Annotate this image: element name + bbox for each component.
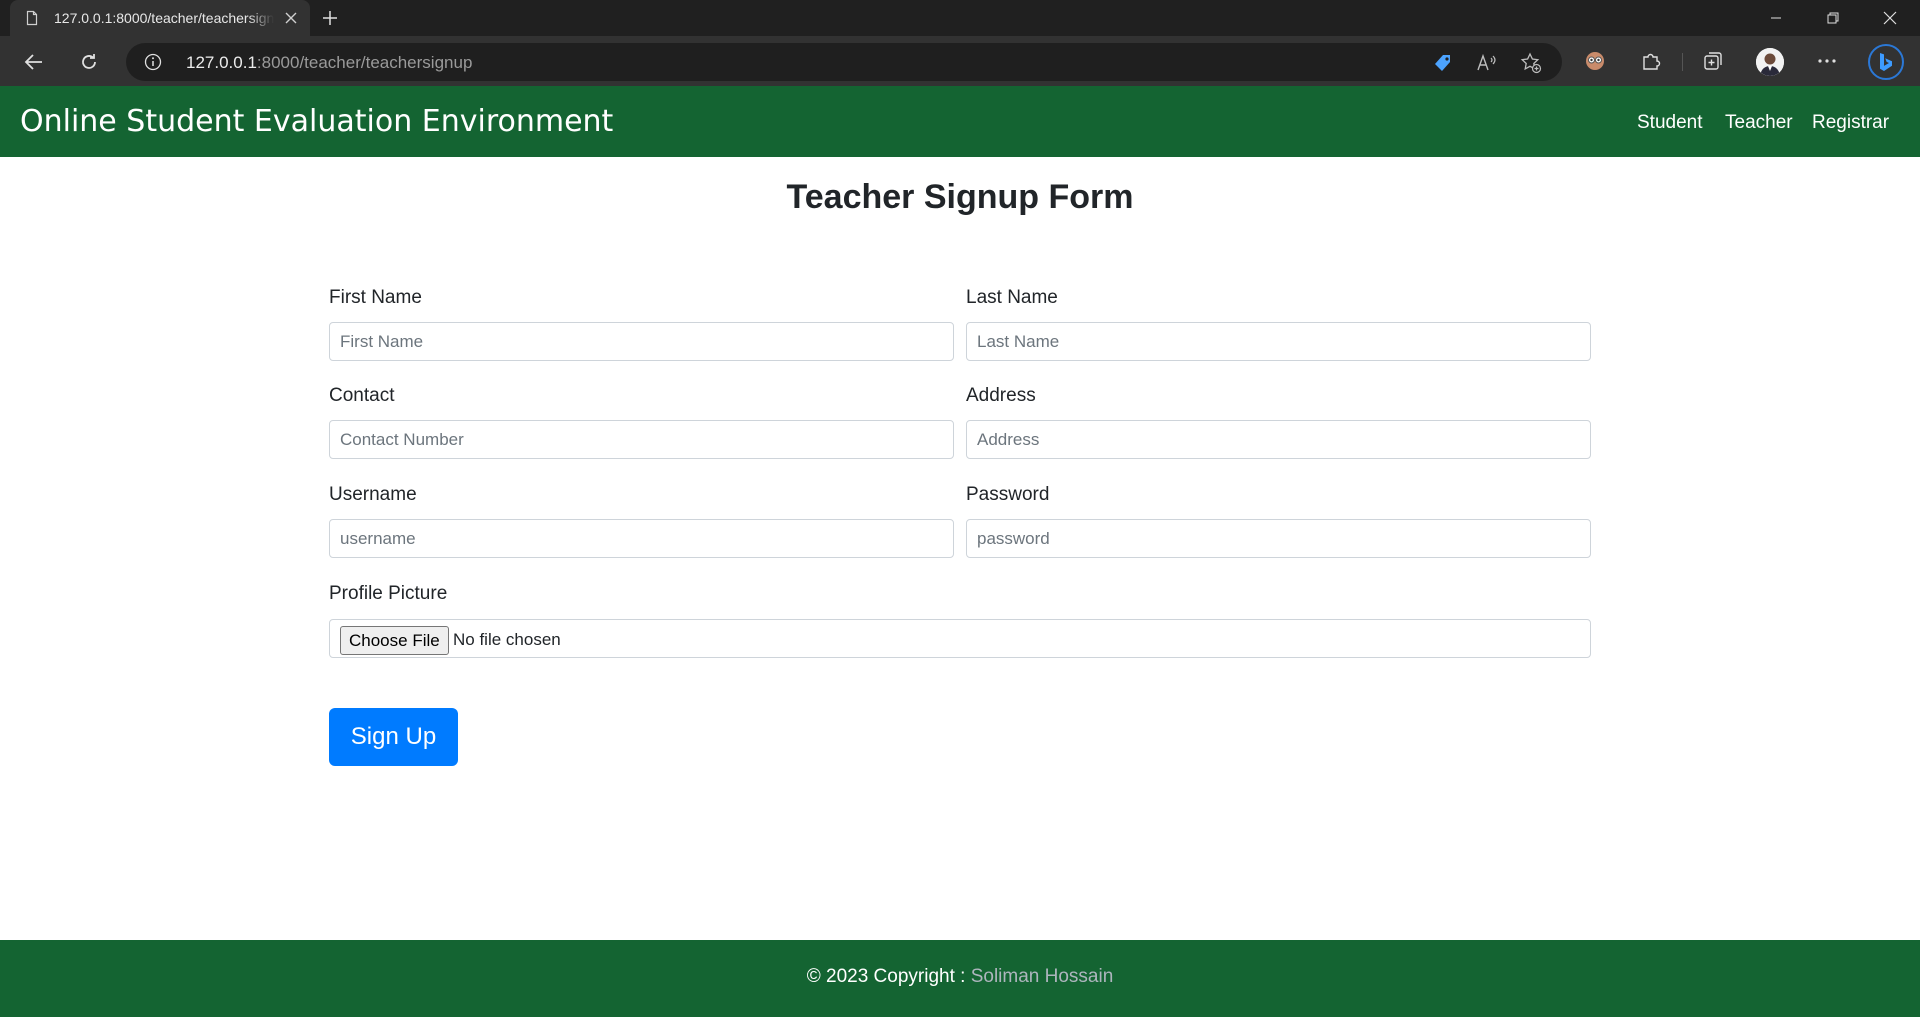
toolbar-divider	[1682, 53, 1683, 71]
shopping-tag-icon[interactable]	[1432, 52, 1454, 74]
browser-toolbar: 127.0.0.1:8000/teacher/teachersignup	[0, 36, 1920, 86]
site-info-icon[interactable]	[144, 53, 162, 71]
first-name-input[interactable]	[329, 322, 954, 361]
site-footer: © 2023 Copyright : Soliman Hossain	[0, 940, 1920, 1017]
reload-icon[interactable]	[72, 45, 106, 79]
password-label: Password	[966, 484, 1050, 505]
browser-tab-strip: 127.0.0.1:8000/teacher/teachersignup	[0, 0, 1920, 36]
first-name-label: First Name	[329, 287, 422, 308]
profile-picture-input[interactable]: Choose File No file chosen	[329, 619, 1591, 658]
contact-input[interactable]	[329, 420, 954, 459]
choose-file-button[interactable]: Choose File	[340, 626, 449, 655]
back-arrow-icon[interactable]	[17, 45, 51, 79]
browser-tab[interactable]: 127.0.0.1:8000/teacher/teachersignup	[10, 0, 310, 36]
add-favorite-icon[interactable]	[1520, 52, 1542, 74]
url-host: 127.0.0.1	[186, 53, 257, 72]
contact-label: Contact	[329, 385, 395, 406]
more-options-icon[interactable]	[1814, 48, 1840, 74]
username-label: Username	[329, 484, 417, 505]
copyright-prefix: © 2023 Copyright :	[806, 966, 971, 987]
profile-picture-label: Profile Picture	[329, 583, 448, 604]
password-input[interactable]	[966, 519, 1591, 558]
minimize-icon[interactable]	[1748, 0, 1804, 36]
close-window-icon[interactable]	[1862, 0, 1918, 36]
tab-title: 127.0.0.1:8000/teacher/teachersignup	[54, 10, 274, 26]
nav-link-registrar[interactable]: Registrar	[1812, 112, 1889, 134]
site-navbar: Online Student Evaluation Environment St…	[0, 86, 1920, 157]
url-text[interactable]: 127.0.0.1:8000/teacher/teachersignup	[186, 53, 472, 73]
collections-icon[interactable]	[1700, 48, 1726, 74]
profile-avatar[interactable]	[1756, 48, 1784, 76]
username-input[interactable]	[329, 519, 954, 558]
extension-face-icon[interactable]	[1582, 48, 1608, 74]
nav-link-student[interactable]: Student	[1637, 112, 1703, 134]
address-input[interactable]	[966, 420, 1591, 459]
address-label: Address	[966, 385, 1036, 406]
file-status-text: No file chosen	[453, 630, 561, 649]
last-name-label: Last Name	[966, 287, 1058, 308]
site-brand[interactable]: Online Student Evaluation Environment	[20, 104, 613, 139]
nav-link-teacher[interactable]: Teacher	[1725, 112, 1793, 134]
copyright-text: © 2023 Copyright : Soliman Hossain	[0, 966, 1920, 988]
author-link[interactable]: Soliman Hossain	[971, 966, 1114, 987]
last-name-input[interactable]	[966, 322, 1591, 361]
read-aloud-icon[interactable]	[1476, 52, 1498, 74]
address-bar[interactable]: 127.0.0.1:8000/teacher/teachersignup	[126, 43, 1562, 81]
page-title: Teacher Signup Form	[786, 178, 1134, 216]
new-tab-button[interactable]	[316, 4, 344, 32]
bing-copilot-icon[interactable]	[1868, 44, 1904, 80]
url-path: :8000/teacher/teachersignup	[256, 53, 473, 72]
restore-icon[interactable]	[1805, 0, 1861, 36]
sign-up-button[interactable]: Sign Up	[329, 708, 458, 766]
extensions-puzzle-icon[interactable]	[1638, 48, 1664, 74]
page-icon	[24, 10, 40, 26]
close-tab-icon[interactable]	[282, 9, 300, 27]
